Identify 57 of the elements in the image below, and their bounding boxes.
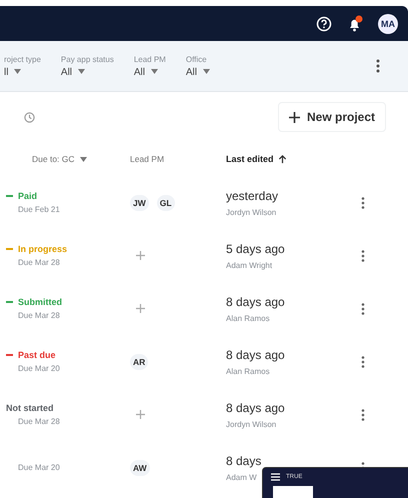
editor-name: Adam W [226,472,257,482]
lead-initials: GL [156,194,175,210]
user-avatar[interactable]: MA [378,14,398,34]
sort-up-arrow-icon[interactable] [278,154,287,164]
filter-label: Pay app status [60,54,114,64]
editor-name: Alan Ramos [226,366,270,376]
more-options-icon[interactable] [376,59,380,73]
last-edited-time: 8 days ago [226,400,285,414]
due-date: Due Mar 20 [17,364,61,373]
due-date: Due Mar 28 [17,311,61,320]
due-date: Due Mar 28 [17,258,61,267]
last-edited-time: 8 days ago [226,348,285,362]
editor-name: Jordyn Wilson [226,420,276,428]
last-edited-time: 8 days [226,454,262,468]
editor-name: Adam Wright [226,260,272,270]
filter-label: Office [186,54,208,64]
status-label: In progress [18,244,68,254]
caret-icon [202,69,210,74]
filter-dropdown[interactable]: All [134,66,166,78]
lead-initials: AW [130,460,150,476]
row-menu-icon[interactable] [361,302,365,314]
plus-icon [288,112,300,122]
due-date: Due Mar 28 [17,417,61,426]
caret-icon [78,69,85,74]
due-date: Due Feb 21 [17,205,61,214]
filter-dropdown[interactable]: ll [4,66,41,78]
status-label: Submitted [18,297,62,307]
filter-dropdown[interactable]: All [60,66,114,78]
editor-name: Jordyn Wilson [226,208,276,216]
status-label: Paid [18,191,38,201]
row-menu-icon[interactable] [361,408,365,420]
clock-icon[interactable] [24,112,35,122]
status-label: Past due [18,350,56,360]
row-menu-icon[interactable] [361,196,365,208]
column-header[interactable]: Lead PM [130,154,226,164]
filter-label: roject type [4,54,41,64]
caret-icon [80,157,87,162]
tab-background [273,486,313,498]
column-header[interactable]: Due to: GC [0,154,130,164]
status-label: Not started [6,403,54,413]
last-edited-time: 8 days ago [226,294,285,308]
filter-dropdown[interactable]: All [186,66,210,78]
row-menu-icon[interactable] [361,356,365,368]
lead-initials: JW [130,194,149,210]
editor-name: Alan Ramos [226,314,270,322]
caret-icon [14,69,22,74]
help-icon[interactable] [316,16,332,32]
last-edited-time: yesterday [226,188,278,202]
due-date: Due Mar 20 [17,463,61,472]
lead-initials: AR [130,354,148,370]
caret-icon [150,69,158,74]
last-edited-time: 5 days ago [226,242,285,256]
filter-label: Lead PM [134,54,166,64]
row-menu-icon[interactable] [361,250,365,262]
new-project-button[interactable]: New project [278,102,386,132]
menu-icon[interactable] [271,473,280,481]
column-header[interactable]: Last edited [226,154,408,164]
